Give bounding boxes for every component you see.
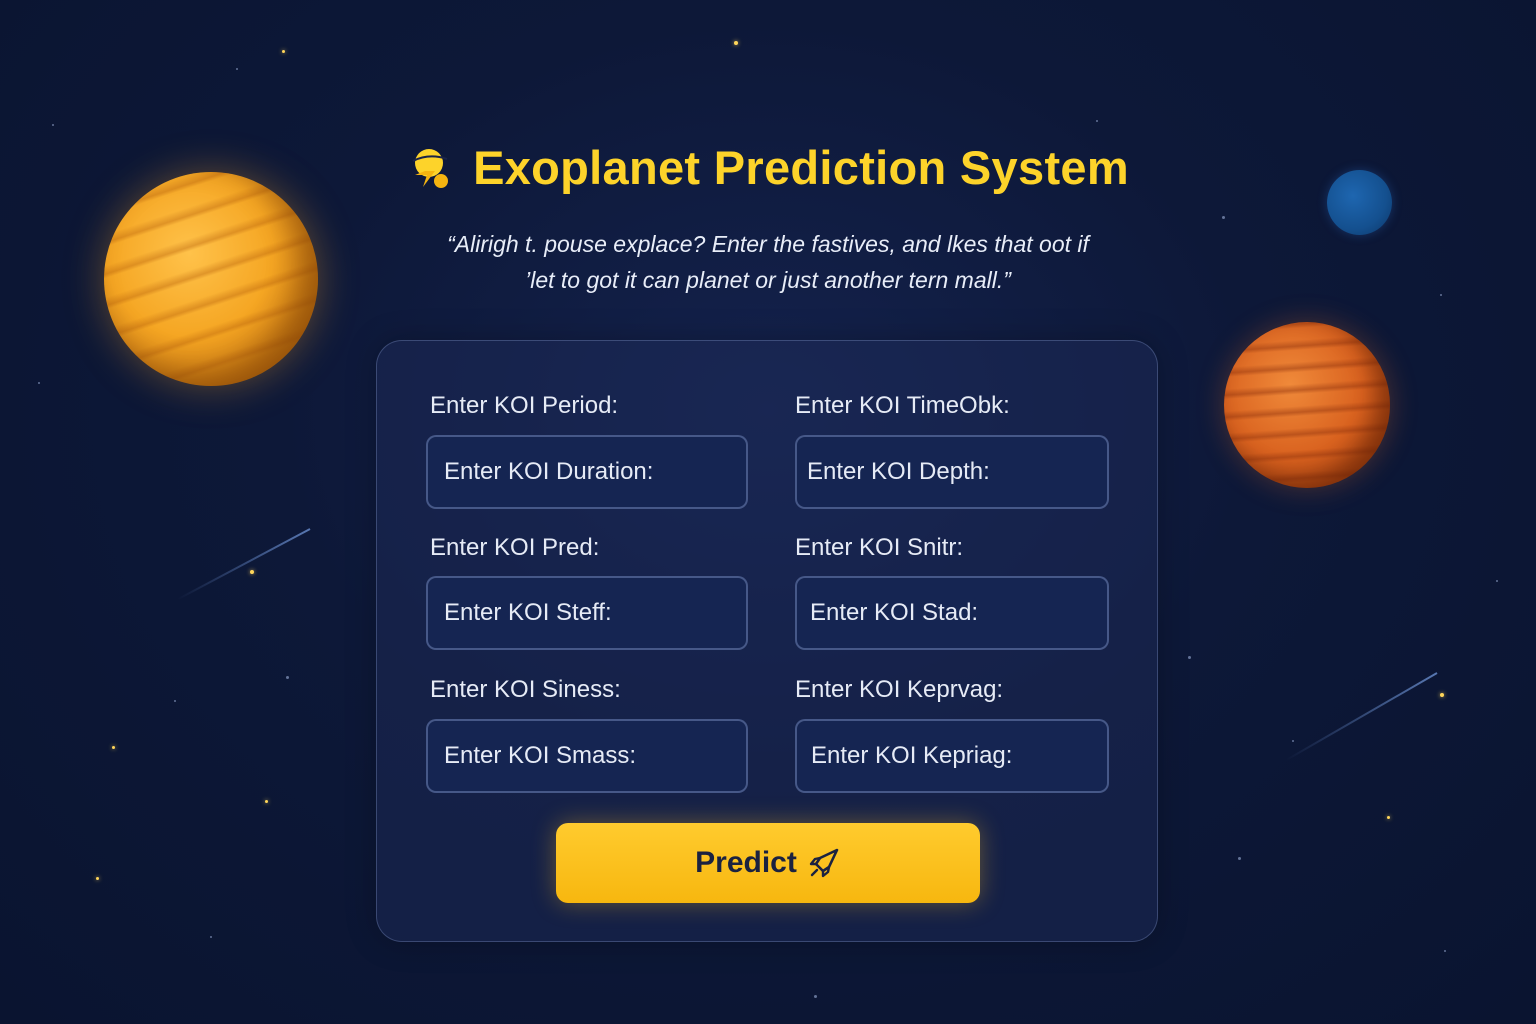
star [1387, 816, 1390, 819]
meteor-streak [1284, 672, 1438, 762]
star [1292, 740, 1294, 742]
red-planet-illustration [1224, 322, 1390, 488]
star [1188, 656, 1191, 659]
field-label-koi-keprvag: Enter KOI Keprvag: [795, 676, 1004, 703]
star [265, 800, 268, 803]
rocket-icon [809, 848, 839, 878]
field-label-koi-period: Enter KOI Period: [430, 392, 619, 419]
star [250, 570, 254, 574]
planet-badge-icon [412, 148, 449, 188]
star [286, 676, 289, 679]
star [814, 995, 817, 998]
page-title: Exoplanet Prediction System [473, 141, 1129, 194]
star [734, 41, 738, 45]
star [1096, 120, 1098, 122]
field-label-koi-pred: Enter KOI Pred: [430, 534, 600, 561]
star [52, 124, 54, 126]
predict-button[interactable]: Predict [556, 823, 980, 903]
star [210, 936, 212, 938]
koi-duration-input[interactable] [426, 435, 748, 509]
star [96, 877, 99, 880]
page-subtitle: “Alirigh t. pouse explace? Enter the fas… [0, 226, 1536, 298]
subtitle-line-1: “Alirigh t. pouse explace? Enter the fas… [447, 231, 1089, 257]
star [1444, 950, 1446, 952]
star [282, 50, 285, 53]
star [38, 382, 40, 384]
koi-kepriag-input[interactable] [795, 719, 1109, 793]
koi-smass-input[interactable] [426, 719, 748, 793]
star [236, 68, 238, 70]
star [112, 746, 115, 749]
star [1440, 693, 1444, 697]
star [1222, 216, 1225, 219]
field-label-koi-timeobk: Enter KOI TimeObk: [795, 392, 1010, 419]
star [174, 700, 176, 702]
field-label-koi-siness: Enter KOI Siness: [430, 676, 621, 703]
star [1496, 580, 1498, 582]
meteor-streak [177, 528, 311, 601]
predict-button-label: Predict [695, 846, 797, 879]
koi-depth-input[interactable] [795, 435, 1109, 509]
star [1238, 857, 1241, 860]
page-header: Exoplanet Prediction System [0, 140, 1536, 195]
subtitle-line-2: ’let to got it can planet or just anothe… [525, 267, 1011, 293]
koi-steff-input[interactable] [426, 576, 748, 650]
koi-stad-input[interactable] [795, 576, 1109, 650]
field-label-koi-snitr: Enter KOI Snitr: [795, 534, 964, 561]
